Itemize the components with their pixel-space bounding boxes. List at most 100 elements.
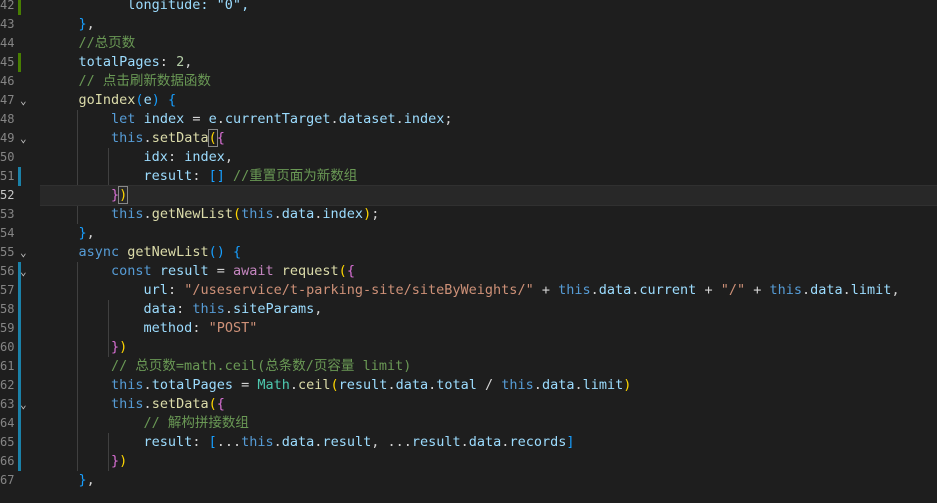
code-line[interactable]: //总页数	[40, 34, 937, 53]
code-token: async	[78, 244, 120, 260]
code-line[interactable]: method: "POST"	[40, 319, 937, 338]
code-line[interactable]: this.setData({	[40, 129, 937, 148]
code-token: index	[322, 206, 364, 222]
line-number: 65	[0, 435, 15, 449]
code-token: ceil	[298, 377, 331, 393]
code-line[interactable]: result: [...this.data.result, ...result.…	[40, 433, 937, 452]
code-token: {	[346, 263, 355, 279]
code-token: {	[216, 130, 225, 146]
code-token: await	[232, 263, 274, 279]
git-modified-marker[interactable]	[18, 319, 21, 338]
current-code-line[interactable]: })	[40, 185, 937, 206]
code-line[interactable]: },	[40, 471, 937, 490]
code-token: let	[111, 111, 136, 127]
code-line[interactable]: },	[40, 224, 937, 243]
code-line[interactable]: goIndex(e) {	[40, 91, 937, 110]
code-token: index	[403, 111, 445, 127]
line-number: 64	[0, 416, 15, 430]
code-line[interactable]: data: this.siteParams,	[40, 300, 937, 319]
code-token: this	[111, 377, 144, 393]
fold-chevron-icon[interactable]: ⌄	[20, 91, 27, 110]
code-line[interactable]: let index = e.currentTarget.dataset.inde…	[40, 110, 937, 129]
fold-chevron-icon[interactable]: ⌄	[20, 395, 27, 414]
code-line[interactable]: })	[40, 452, 937, 471]
git-modified-marker[interactable]	[18, 433, 21, 452]
code-token: const	[111, 263, 152, 279]
code-token: longitude: "0",	[46, 0, 250, 13]
line-number: 53	[0, 207, 15, 221]
code-token: ;	[444, 111, 453, 127]
code-token: data	[395, 377, 429, 393]
git-modified-marker[interactable]	[18, 338, 21, 357]
code-line[interactable]: longitude: "0",	[40, 0, 937, 15]
git-modified-marker[interactable]	[18, 281, 21, 300]
fold-chevron-icon[interactable]: ⌄	[20, 262, 27, 281]
git-modified-marker[interactable]	[18, 357, 21, 376]
git-added-marker[interactable]	[18, 53, 21, 72]
code-token: }	[78, 472, 87, 488]
code-line[interactable]: result: [] //重置页面为新数组	[40, 167, 937, 186]
git-modified-marker[interactable]	[18, 167, 21, 186]
code-line[interactable]: async getNewList() {	[40, 243, 937, 262]
code-token: =	[208, 263, 233, 279]
code-line[interactable]: this.getNewList(this.data.index);	[40, 205, 937, 224]
code-token: :	[192, 168, 209, 184]
line-number: 61	[0, 359, 15, 373]
code-line[interactable]: this.totalPages = Math.ceil(result.data.…	[40, 376, 937, 395]
code-token: // 解构拼接数组	[46, 415, 249, 431]
line-number: 51	[0, 169, 15, 183]
git-added-marker[interactable]	[18, 0, 21, 15]
git-modified-marker[interactable]	[18, 376, 21, 395]
code-token: )	[118, 186, 129, 204]
code-token: (	[135, 92, 144, 108]
code-line[interactable]: this.setData({	[40, 395, 937, 414]
code-token: ,	[224, 149, 233, 165]
code-token: data	[598, 282, 632, 298]
code-token: "POST"	[208, 320, 258, 336]
fold-chevron-icon[interactable]: ⌄	[20, 129, 27, 148]
code-token: .	[273, 434, 282, 450]
code-token: (	[207, 129, 218, 147]
code-token: result	[143, 434, 193, 450]
code-token: :	[192, 434, 209, 450]
line-number-gutter[interactable]: 42 43 44 45 46 47 ⌄ 48 49 ⌄ 50 51 52 53 54 55 ⌄ 56 ⌄ 57 58 59…	[0, 0, 40, 503]
code-token: //总页数	[46, 35, 136, 51]
line-number: 45	[0, 55, 15, 69]
code-line[interactable]: // 点击刷新数据函数	[40, 72, 937, 91]
code-line[interactable]: totalPages: 2,	[40, 53, 937, 72]
fold-chevron-icon[interactable]: ⌄	[20, 243, 27, 262]
code-token: e	[208, 111, 217, 127]
git-modified-marker[interactable]	[18, 300, 21, 319]
code-line[interactable]: idx: index,	[40, 148, 937, 167]
code-token: dataset	[338, 111, 396, 127]
code-line[interactable]: },	[40, 15, 937, 34]
code-token: currentTarget	[224, 111, 331, 127]
code-token: result	[159, 263, 209, 279]
git-modified-marker[interactable]	[18, 452, 21, 471]
code-line[interactable]: const result = await request({	[40, 262, 937, 281]
code-line[interactable]: url: "/useservice/t-parking-site/siteByW…	[40, 281, 937, 300]
code-token: }	[78, 225, 87, 241]
code-token: .	[590, 282, 599, 298]
code-token: result	[411, 434, 461, 450]
code-token: data	[281, 434, 315, 450]
git-modified-marker[interactable]	[18, 414, 21, 433]
code-token: ,	[184, 54, 193, 70]
code-line[interactable]: })	[40, 338, 937, 357]
code-editor[interactable]: 42 43 44 45 46 47 ⌄ 48 49 ⌄ 50 51 52 53 54 55 ⌄ 56 ⌄ 57 58 59…	[0, 0, 937, 503]
code-line[interactable]: // 解构拼接数组	[40, 414, 937, 433]
code-token: (	[208, 396, 217, 412]
code-token: this	[192, 301, 225, 317]
code-area[interactable]: longitude: "0", }, //总页数 totalPages: 2 , …	[40, 0, 937, 503]
code-line[interactable]: // 总页数=math.ceil(总条数/页容量 limit)	[40, 357, 937, 376]
code-token: {	[216, 396, 225, 412]
